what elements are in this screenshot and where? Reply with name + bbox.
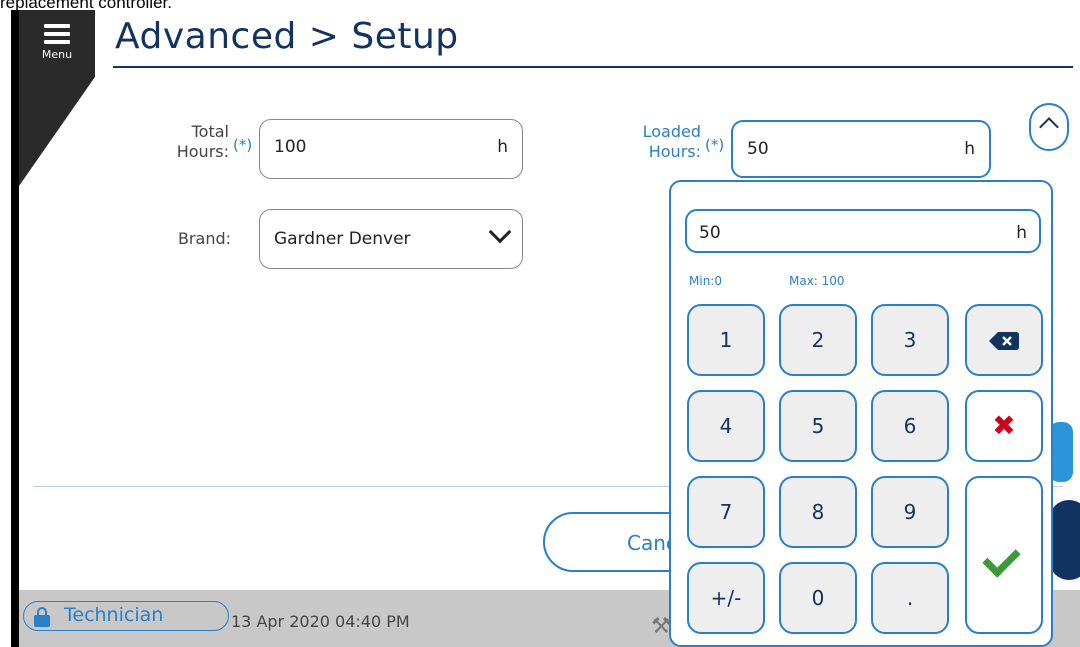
keypad-display[interactable]: 50 h (685, 209, 1041, 253)
menu-button[interactable]: Menu (32, 24, 82, 61)
key-1[interactable]: 1 (687, 304, 765, 376)
title-underline (113, 66, 1073, 68)
loaded-hours-unit: h (964, 139, 975, 159)
key-4[interactable]: 4 (687, 390, 765, 462)
backspace-button[interactable] (965, 304, 1043, 376)
key-decimal[interactable]: . (871, 562, 949, 634)
user-role-label: Technician (64, 604, 164, 626)
loaded-hours-label: Loaded Hours: (642, 122, 701, 161)
backspace-icon (989, 332, 1019, 350)
lock-icon (34, 607, 50, 627)
wrench-icon: ⚒ (651, 614, 671, 639)
menu-label: Menu (41, 48, 73, 61)
key-0[interactable]: 0 (779, 562, 857, 634)
status-datetime: 13 Apr 2020 04:40 PM (231, 612, 410, 631)
checkmark-icon (982, 539, 1021, 578)
keypad-display-value: 50 (699, 223, 721, 243)
total-hours-label: Total Hours: (176, 122, 229, 161)
hamburger-icon (32, 24, 82, 44)
numeric-keypad: 50 h Min:0 Max: 100 1 2 3 4 5 6 ✖ 7 8 9 … (669, 180, 1053, 647)
key-6[interactable]: 6 (871, 390, 949, 462)
loaded-hours-input[interactable]: 50 h (731, 120, 991, 178)
hmi-screen: Menu Advanced > Setup Total Hours: (*) 1… (19, 10, 1080, 647)
key-7[interactable]: 7 (687, 476, 765, 548)
key-5[interactable]: 5 (779, 390, 857, 462)
total-hours-value: 100 (274, 137, 307, 157)
total-hours-input[interactable]: 100 h (259, 119, 523, 179)
brand-select[interactable]: Gardner Denver (259, 209, 523, 269)
brand-label: Brand: (177, 229, 231, 248)
keypad-display-unit: h (1016, 223, 1027, 243)
key-plus-minus[interactable]: +/- (687, 562, 765, 634)
brand-value: Gardner Denver (274, 229, 411, 249)
key-9[interactable]: 9 (871, 476, 949, 548)
loaded-hours-value: 50 (747, 139, 769, 159)
key-2[interactable]: 2 (779, 304, 857, 376)
close-icon: ✖ (992, 409, 1016, 442)
user-role-badge[interactable]: Technician (23, 601, 229, 631)
scroll-up-button[interactable] (1029, 103, 1069, 151)
required-marker: (*) (233, 136, 253, 154)
min-label: Min:0 (689, 274, 722, 288)
save-button[interactable] (1049, 500, 1080, 580)
key-8[interactable]: 8 (779, 476, 857, 548)
required-marker: (*) (705, 136, 725, 154)
confirm-button[interactable] (965, 476, 1043, 634)
page-title: Advanced > Setup (115, 16, 459, 57)
chevron-down-icon (488, 220, 512, 244)
key-3[interactable]: 3 (871, 304, 949, 376)
max-label: Max: 100 (789, 274, 845, 288)
clear-button[interactable]: ✖ (965, 390, 1043, 462)
total-hours-unit: h (497, 137, 508, 157)
